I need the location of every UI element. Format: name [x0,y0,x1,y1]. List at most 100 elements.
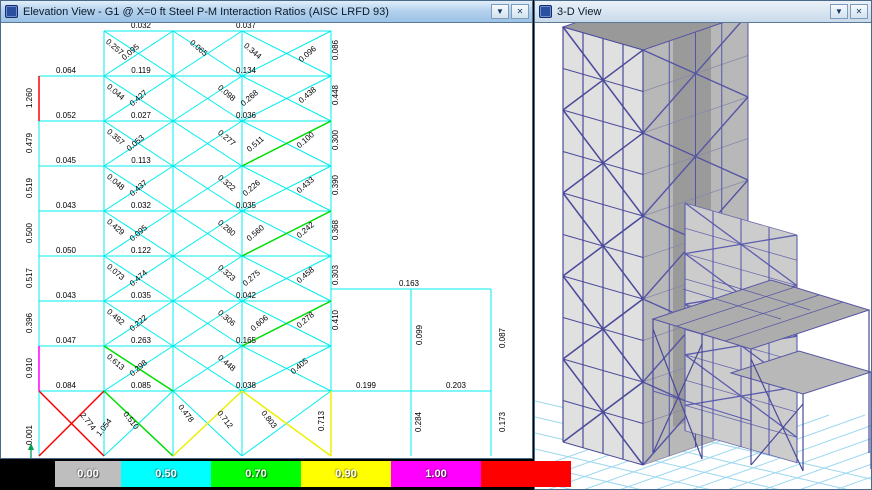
elevation-view-area[interactable]: 0.032 0.037 0.064 0.119 0.134 0.052 0.027 0.036… [1,23,532,458]
svg-text:0.479: 0.479 [25,132,34,153]
view3d-titlebar[interactable]: 3-D View ▼ ✕ [535,1,871,23]
svg-text:0.429: 0.429 [105,217,127,237]
svg-text:0.510: 0.510 [121,410,141,432]
svg-text:0.300: 0.300 [331,129,340,150]
svg-text:0.113: 0.113 [131,156,151,165]
legend-segment: 1.00 [391,461,481,487]
svg-text:0.368: 0.368 [331,219,340,240]
svg-text:0.803: 0.803 [259,409,279,431]
svg-text:0.226: 0.226 [241,178,263,198]
svg-text:0.027: 0.027 [131,111,152,120]
svg-text:0.410: 0.410 [331,309,340,330]
svg-text:0.448: 0.448 [331,84,340,105]
window-controls: ▼ ✕ [491,4,529,19]
svg-text:0.303: 0.303 [331,264,340,285]
svg-text:0.100: 0.100 [295,130,317,150]
svg-text:0.322: 0.322 [216,173,238,193]
svg-text:0.284: 0.284 [414,411,423,432]
window-menu-button[interactable]: ▼ [830,4,848,19]
svg-text:0.098: 0.098 [216,83,238,103]
svg-text:0.306: 0.306 [216,308,238,328]
svg-text:0.001: 0.001 [25,424,34,445]
legend-segment [481,461,571,487]
svg-text:0.910: 0.910 [25,357,34,378]
svg-text:0.035: 0.035 [131,291,152,300]
svg-text:0.396: 0.396 [25,312,34,333]
elevation-canvas[interactable]: 0.032 0.037 0.064 0.119 0.134 0.052 0.027 0.036… [1,23,532,458]
svg-text:0.099: 0.099 [415,324,424,345]
svg-text:0.047: 0.047 [56,336,77,345]
svg-text:0.050: 0.050 [56,246,77,255]
svg-text:0.119: 0.119 [131,66,151,75]
building-3d [563,23,871,471]
svg-text:0.263: 0.263 [131,336,152,345]
svg-text:1.260: 1.260 [25,87,34,108]
svg-text:0.275: 0.275 [241,268,263,288]
legend-segment: 0.00 [55,461,121,487]
svg-text:0.085: 0.085 [131,381,152,390]
svg-text:0.500: 0.500 [25,222,34,243]
view3d-window-title: 3-D View [557,6,825,18]
svg-text:0.087: 0.087 [498,327,507,348]
window-controls: ▼ ✕ [830,4,868,19]
svg-text:0.492: 0.492 [105,307,127,327]
svg-text:0.065: 0.065 [188,38,210,58]
svg-text:0.242: 0.242 [295,220,317,240]
svg-text:0.036: 0.036 [236,111,257,120]
view3d-canvas[interactable] [535,23,871,489]
legend-label: 0.00 [77,468,98,480]
ratio-legend: 0.00 0.50 0.70 0.90 1.00 [55,461,571,487]
window-menu-button[interactable]: ▼ [491,4,509,19]
svg-text:0.433: 0.433 [295,175,317,195]
svg-text:0.390: 0.390 [331,174,340,195]
svg-text:0.448: 0.448 [216,353,238,373]
svg-text:0.277: 0.277 [216,128,238,148]
svg-text:0.086: 0.086 [331,39,340,60]
svg-text:0.613: 0.613 [105,352,127,372]
elevation-titlebar[interactable]: Elevation View - G1 @ X=0 ft Steel P-M I… [1,1,532,23]
svg-text:0.517: 0.517 [25,267,34,288]
view3d-area[interactable] [535,23,871,489]
legend-segment: 0.90 [301,461,391,487]
svg-text:0.519: 0.519 [25,177,34,198]
svg-text:0.044: 0.044 [105,82,127,102]
close-icon[interactable]: ✕ [850,4,868,19]
svg-text:0.134: 0.134 [236,66,257,75]
svg-text:0.560: 0.560 [245,223,267,243]
view3d-window: 3-D View ▼ ✕ [534,0,872,490]
svg-text:0.278: 0.278 [295,310,317,330]
member-value-labels: 0.032 0.037 0.064 0.119 0.134 0.052 0.027 0.036… [25,23,507,445]
svg-text:0.165: 0.165 [236,336,257,345]
svg-text:0.222: 0.222 [128,313,150,333]
svg-text:0.173: 0.173 [498,411,507,432]
legend-label: 0.70 [245,468,266,480]
legend-label: 0.50 [155,468,176,480]
svg-text:0.511: 0.511 [245,134,266,154]
svg-text:0.163: 0.163 [399,279,420,288]
svg-text:0.458: 0.458 [295,265,317,285]
close-icon[interactable]: ✕ [511,4,529,19]
svg-text:0.052: 0.052 [56,111,77,120]
svg-text:0.405: 0.405 [289,356,311,376]
svg-text:0.280: 0.280 [216,218,238,238]
legend-segment: 0.50 [121,461,211,487]
elevation-window: Elevation View - G1 @ X=0 ft Steel P-M I… [0,0,533,459]
svg-text:0.037: 0.037 [236,23,257,30]
legend-label: 1.00 [425,468,446,480]
legend-label: 0.90 [335,468,356,480]
svg-text:0.474: 0.474 [128,268,150,288]
svg-text:0.199: 0.199 [356,381,377,390]
svg-text:2.774: 2.774 [78,411,98,433]
elevation-window-title: Elevation View - G1 @ X=0 ft Steel P-M I… [23,6,486,18]
window-icon [5,5,18,18]
svg-text:0.437: 0.437 [128,178,150,198]
svg-text:0.032: 0.032 [131,201,152,210]
svg-text:0.298: 0.298 [128,358,150,378]
svg-text:0.084: 0.084 [56,381,77,390]
svg-text:0.095: 0.095 [128,223,150,243]
window-icon [539,5,552,18]
svg-text:0.478: 0.478 [176,403,196,425]
svg-text:0.064: 0.064 [56,66,77,75]
svg-text:0.045: 0.045 [56,156,77,165]
svg-text:0.048: 0.048 [105,172,127,192]
